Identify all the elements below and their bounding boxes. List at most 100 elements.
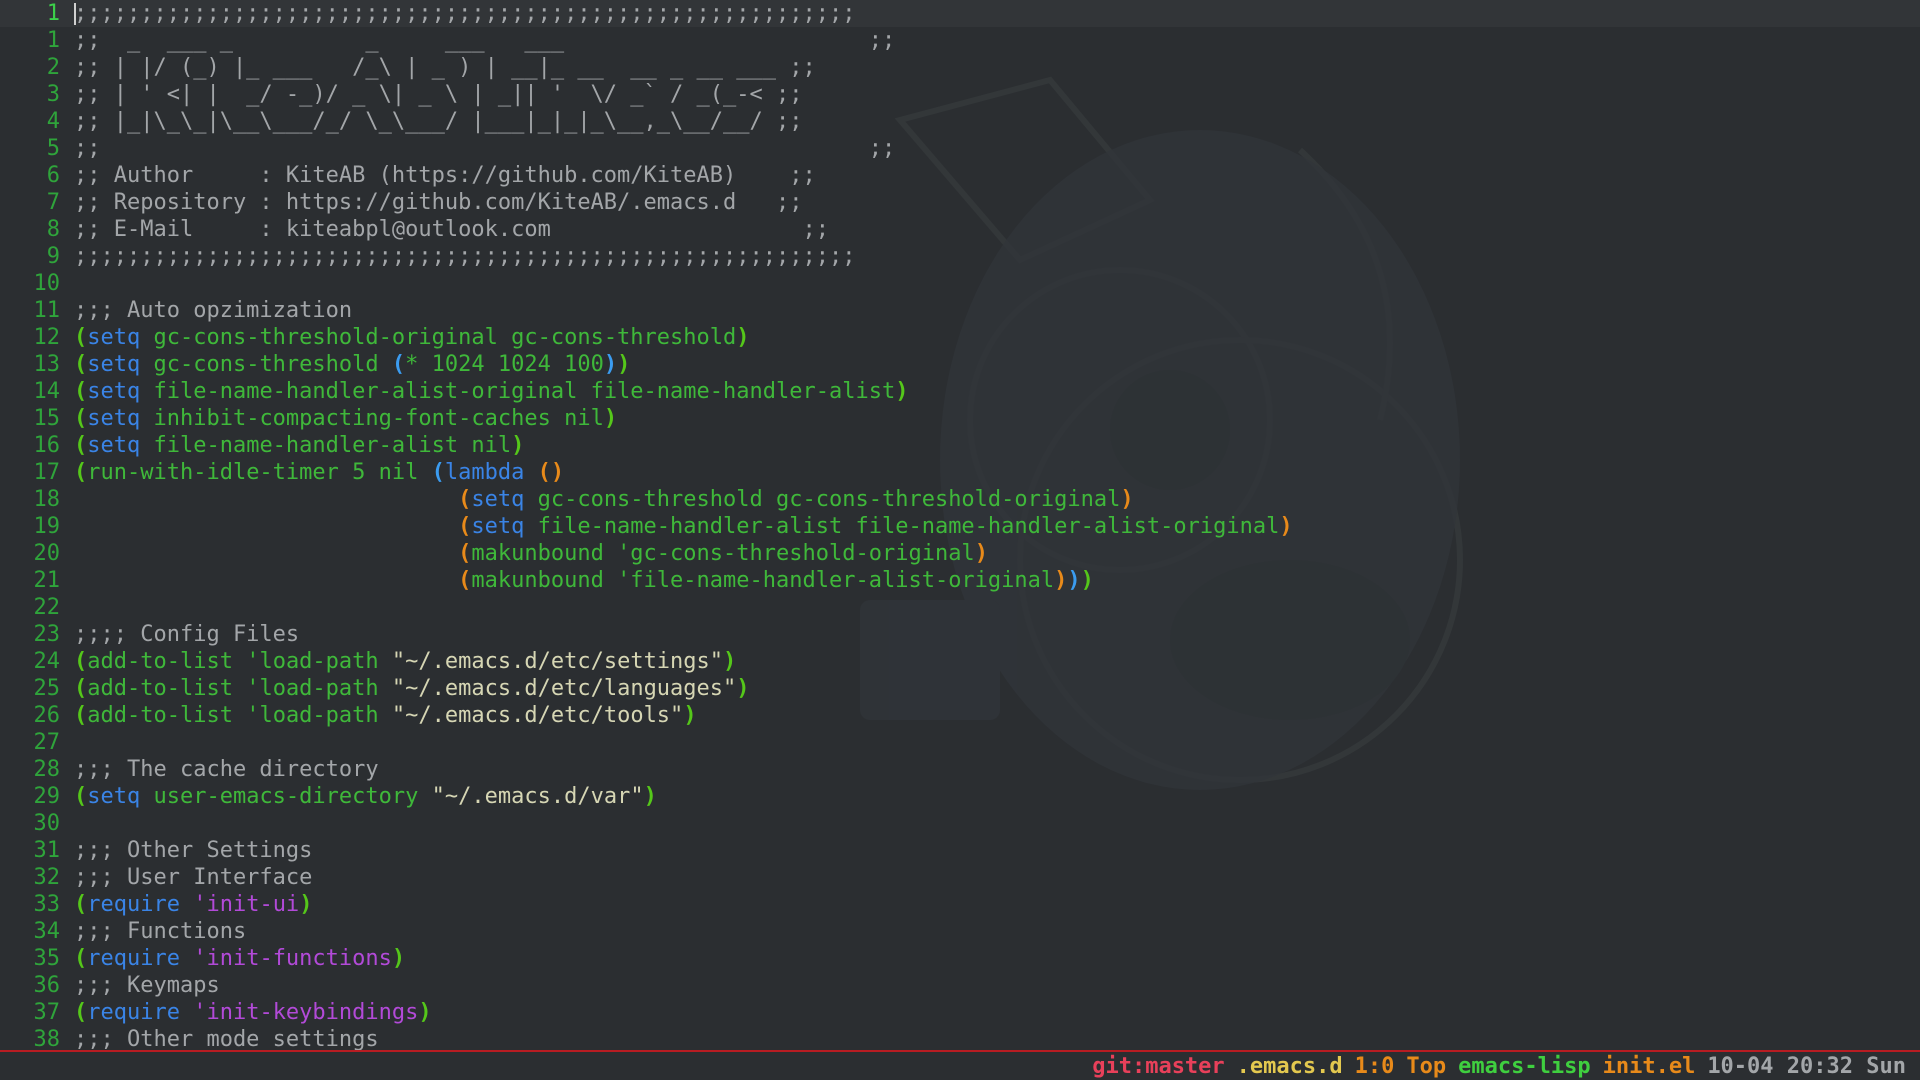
code-line[interactable]: 27 [0,729,1920,756]
code-token: setq [471,487,525,512]
code-line[interactable]: 5 ;; ;; [0,135,1920,162]
code-line[interactable]: 9;;;;;;;;;;;;;;;;;;;;;;;;;;;;;;;;;;;;;;;… [0,243,1920,270]
code-line[interactable]: 18 (setq gc-cons-threshold gc-cons-thres… [0,486,1920,513]
code-line[interactable]: 10 [0,270,1920,297]
code-line[interactable]: 37 (require 'init-keybindings) [0,999,1920,1026]
code-line[interactable]: 1 ;; _ ___ _ _ ___ ___ ;; [0,27,1920,54]
line-code[interactable]: ;; ;; [74,135,1920,162]
line-code[interactable]: (run-with-idle-timer 5 nil (lambda () [74,459,1920,486]
code-line[interactable]: 17 (run-with-idle-timer 5 nil (lambda () [0,459,1920,486]
code-line[interactable]: 31 ;;; Other Settings [0,837,1920,864]
code-line[interactable]: 8 ;; E-Mail : kiteabpl@outlook.com ;; [0,216,1920,243]
line-code[interactable]: ;;; Other mode settings [74,1026,1920,1050]
code-token: ;; Author : KiteAB (https://github.com/K… [74,163,816,188]
line-code[interactable]: (add-to-list 'load-path "~/.emacs.d/etc/… [74,702,1920,729]
code-line[interactable]: 32 ;;; User Interface [0,864,1920,891]
line-code[interactable]: (makunbound 'file-name-handler-alist-ori… [74,567,1920,594]
code-line[interactable]: 28 ;;; The cache directory [0,756,1920,783]
line-code[interactable]: ;; | |/ (_) |_ ___ /_\ | _ ) | __|_ __ _… [74,54,1920,81]
code-line[interactable]: 35 (require 'init-functions) [0,945,1920,972]
code-line[interactable]: 1;;;;;;;;;;;;;;;;;;;;;;;;;;;;;;;;;;;;;;;… [0,0,1920,27]
code-token: "~/.emacs.d/var" [431,784,644,809]
line-number: 30 [33,811,61,836]
line-code[interactable]: (setq user-emacs-directory "~/.emacs.d/v… [74,783,1920,810]
code-token: ;;;;;;;;;;;;;;;;;;;;;;;;;;;;;;;;;;;;;;;;… [74,1,856,26]
line-code[interactable]: ;;; Other Settings [74,837,1920,864]
code-token: ) [391,946,406,971]
code-line[interactable]: 2 ;; | |/ (_) |_ ___ /_\ | _ ) | __|_ __ … [0,54,1920,81]
line-code[interactable]: ;;; The cache directory [74,756,1920,783]
line-code[interactable]: ;; _ ___ _ _ ___ ___ ;; [74,27,1920,54]
code-line[interactable]: 22 [0,594,1920,621]
line-number: 24 [33,649,61,674]
code-line[interactable]: 25 (add-to-list 'load-path "~/.emacs.d/et… [0,675,1920,702]
line-code[interactable]: (require 'init-keybindings) [74,999,1920,1026]
code-line[interactable]: 20 (makunbound 'gc-cons-threshold-origin… [0,540,1920,567]
line-code[interactable]: ;; E-Mail : kiteabpl@outlook.com ;; [74,216,1920,243]
code-token: file-name-handler-alist file-name-handle… [524,514,1280,539]
line-code[interactable]: ;;; Auto opzimization [74,297,1920,324]
code-line[interactable]: 38 ;;; Other mode settings [0,1026,1920,1050]
line-code[interactable]: (add-to-list 'load-path "~/.emacs.d/etc/… [74,675,1920,702]
code-token: 'init-keybindings [193,1000,419,1025]
line-code[interactable]: ;;;;;;;;;;;;;;;;;;;;;;;;;;;;;;;;;;;;;;;;… [74,243,1920,270]
line-code[interactable]: ;; Author : KiteAB (https://github.com/K… [74,162,1920,189]
line-code[interactable] [74,270,1920,297]
line-code[interactable]: (require 'init-functions) [74,945,1920,972]
code-line[interactable]: 29 (setq user-emacs-directory "~/.emacs.d… [0,783,1920,810]
editor-buffer[interactable]: 1;;;;;;;;;;;;;;;;;;;;;;;;;;;;;;;;;;;;;;;… [0,0,1920,1050]
code-token: lambda [444,460,525,485]
code-line[interactable]: 11 ;;; Auto opzimization [0,297,1920,324]
line-code[interactable]: (setq gc-cons-threshold-original gc-cons… [74,324,1920,351]
line-code[interactable]: (setq inhibit-compacting-font-caches nil… [74,405,1920,432]
line-code[interactable]: (setq gc-cons-threshold (* 1024 1024 100… [74,351,1920,378]
code-line[interactable]: 24 (add-to-list 'load-path "~/.emacs.d/et… [0,648,1920,675]
line-code[interactable]: ;;; Keymaps [74,972,1920,999]
code-line[interactable]: 15 (setq inhibit-compacting-font-caches n… [0,405,1920,432]
line-code[interactable]: ;;; Functions [74,918,1920,945]
code-token: ;;; Auto opzimization [74,298,353,323]
code-line[interactable]: 23 ;;;; Config Files [0,621,1920,648]
code-token: ) [1080,568,1094,593]
code-line[interactable]: 13 (setq gc-cons-threshold (* 1024 1024 1… [0,351,1920,378]
line-code[interactable]: ;;;;;;;;;;;;;;;;;;;;;;;;;;;;;;;;;;;;;;;;… [74,0,1920,27]
line-code[interactable]: (setq gc-cons-threshold gc-cons-threshol… [74,486,1920,513]
code-line[interactable]: 16 (setq file-name-handler-alist nil) [0,432,1920,459]
code-line[interactable]: 34 ;;; Functions [0,918,1920,945]
line-code[interactable]: ;;; User Interface [74,864,1920,891]
line-code[interactable]: ;; | ' <| | _/ -_)/ _ \| _ \ | _|| ' \/ … [74,81,1920,108]
line-code[interactable]: (setq file-name-handler-alist-original f… [74,378,1920,405]
line-code[interactable]: (setq file-name-handler-alist file-name-… [74,513,1920,540]
code-line[interactable]: 19 (setq file-name-handler-alist file-na… [0,513,1920,540]
cursor-position: 1:0 [1354,1053,1395,1079]
code-line[interactable]: 14 (setq file-name-handler-alist-original… [0,378,1920,405]
line-code[interactable] [74,810,1920,837]
line-code[interactable]: ;;;; Config Files [74,621,1920,648]
line-number: 4 [46,109,60,134]
code-line[interactable]: 6 ;; Author : KiteAB (https://github.com/… [0,162,1920,189]
line-code[interactable]: (makunbound 'gc-cons-threshold-original) [74,540,1920,567]
line-code[interactable]: ;; Repository : https://github.com/KiteA… [74,189,1920,216]
code-line[interactable]: 7 ;; Repository : https://github.com/Kite… [0,189,1920,216]
line-number: 38 [33,1027,61,1050]
line-code[interactable]: (require 'init-ui) [74,891,1920,918]
line-code[interactable] [74,594,1920,621]
code-token: "~/.emacs.d/etc/languages" [391,676,737,701]
code-line[interactable]: 33 (require 'init-ui) [0,891,1920,918]
code-line[interactable]: 12 (setq gc-cons-threshold-original gc-co… [0,324,1920,351]
code-line[interactable]: 3 ;; | ' <| | _/ -_)/ _ \| _ \ | _|| ' \/… [0,81,1920,108]
code-token: ( [74,352,88,377]
code-line[interactable]: 30 [0,810,1920,837]
line-code[interactable]: (setq file-name-handler-alist nil) [74,432,1920,459]
code-token: ( [74,784,88,809]
code-line[interactable]: 4 ;; |_|\_\_|\__\___/_/ \_\___/ |___|_|_|… [0,108,1920,135]
line-code[interactable]: ;; |_|\_\_|\__\___/_/ \_\___/ |___|_|_|_… [74,108,1920,135]
code-line[interactable]: 21 (makunbound 'file-name-handler-alist-… [0,567,1920,594]
code-line[interactable]: 26 (add-to-list 'load-path "~/.emacs.d/et… [0,702,1920,729]
code-token: ;;; User Interface [74,865,313,890]
code-token: setq [87,433,141,458]
code-line[interactable]: 36 ;;; Keymaps [0,972,1920,999]
line-code[interactable]: (add-to-list 'load-path "~/.emacs.d/etc/… [74,648,1920,675]
line-number: 29 [33,784,61,809]
line-code[interactable] [74,729,1920,756]
